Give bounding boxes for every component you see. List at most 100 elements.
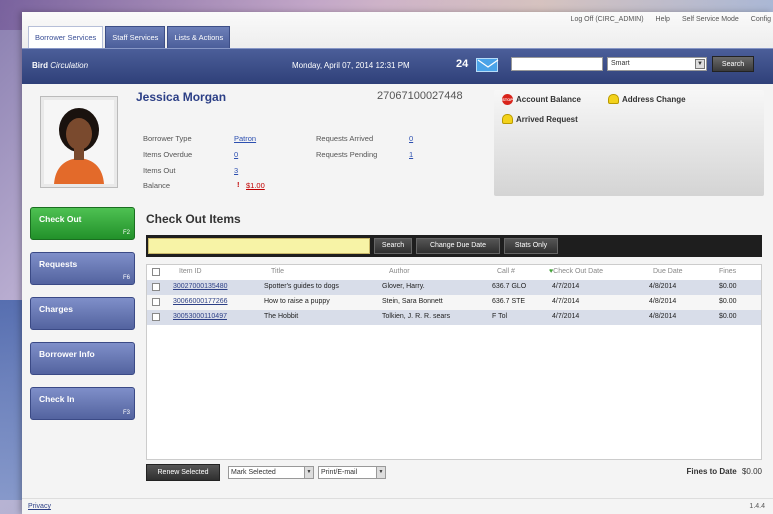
alert-account-balance[interactable]: STOP Account Balance xyxy=(502,94,581,105)
config-link[interactable]: Config xyxy=(751,16,771,23)
alert-account-balance-label: Account Balance xyxy=(516,95,581,104)
search-mode-select[interactable]: Smart ▼ xyxy=(607,57,707,71)
col-call-number[interactable]: Call # xyxy=(497,268,515,275)
table-row[interactable]: 30066000177266 How to raise a puppy Stei… xyxy=(147,295,761,310)
row-checkbox[interactable] xyxy=(152,283,160,291)
patron-barcode: 27067100027448 xyxy=(377,90,463,102)
borrower-type-link[interactable]: Patron xyxy=(234,134,256,143)
item-id-link[interactable]: 30066000177266 xyxy=(173,298,228,305)
fines-to-date: Fines to Date $0.00 xyxy=(687,467,763,476)
item-call-number: 636.7 GLO xyxy=(492,283,527,290)
bell-icon xyxy=(608,94,619,104)
col-fines[interactable]: Fines xyxy=(719,268,736,275)
requests-arrived-link[interactable]: 0 xyxy=(409,134,413,143)
item-author: Stein, Sara Bonnett xyxy=(382,298,443,305)
col-checkout-date-label: Check Out Date xyxy=(553,268,603,275)
quick-search-button[interactable]: Search xyxy=(712,56,754,72)
item-checkout-date: 4/7/2014 xyxy=(552,313,580,320)
table-row[interactable]: 30053000110497 The Hobbit Tolkien, J. R.… xyxy=(147,310,761,325)
item-author: Glover, Harry. xyxy=(382,283,425,290)
checkout-items-table: Item ID Title Author Call # ♥Check Out D… xyxy=(146,264,762,460)
change-due-date-button[interactable]: Change Due Date xyxy=(416,238,500,254)
app-window: Log Off (CIRC_ADMIN) Help Self Service M… xyxy=(22,12,773,514)
mark-selected-dropdown[interactable]: Mark Selected ▼ xyxy=(228,466,314,479)
nav-check-out-label: Check Out xyxy=(39,214,82,224)
table-header: Item ID Title Author Call # ♥Check Out D… xyxy=(147,265,761,280)
item-id-link[interactable]: 30027000135480 xyxy=(173,283,228,290)
nav-borrower-info[interactable]: Borrower Info xyxy=(30,342,135,375)
col-checkout-date[interactable]: ♥Check Out Date xyxy=(549,268,603,275)
main-tabs: Borrower Services Staff Services Lists &… xyxy=(28,26,231,48)
borrower-type-label: Borrower Type xyxy=(143,134,192,143)
select-all-checkbox[interactable] xyxy=(152,268,160,276)
item-title: Spotter's guides to dogs xyxy=(264,283,339,290)
nav-check-in-label: Check In xyxy=(39,394,75,404)
checkout-toolbar: Search Change Due Date Stats Only xyxy=(146,235,762,257)
nav-requests-key: F6 xyxy=(122,275,130,281)
patron-photo xyxy=(40,96,118,188)
item-id-link[interactable]: 30053000110497 xyxy=(173,313,227,320)
items-out-label: Items Out xyxy=(143,166,176,175)
item-fines: $0.00 xyxy=(719,313,737,320)
balance-warning-icon: ! xyxy=(237,180,240,189)
version-label: 1.4.4 xyxy=(749,503,765,510)
nav-check-in-key: F3 xyxy=(122,410,130,416)
nav-charges-label: Charges xyxy=(39,304,74,314)
fines-to-date-value: $0.00 xyxy=(741,467,762,476)
items-out-link[interactable]: 3 xyxy=(234,166,238,175)
col-title[interactable]: Title xyxy=(271,268,284,275)
item-due-date: 4/8/2014 xyxy=(649,298,677,305)
chevron-down-icon: ▼ xyxy=(695,59,705,69)
balance-link[interactable]: $1.00 xyxy=(246,181,265,190)
col-item-id[interactable]: Item ID xyxy=(179,268,202,275)
chevron-down-icon: ▼ xyxy=(304,467,313,478)
col-due-date[interactable]: Due Date xyxy=(653,268,683,275)
item-checkout-date: 4/7/2014 xyxy=(552,283,580,290)
nav-check-out[interactable]: Check Out F2 xyxy=(30,207,135,240)
mark-selected-value: Mark Selected xyxy=(231,469,276,476)
help-link[interactable]: Help xyxy=(656,16,670,23)
print-email-dropdown[interactable]: Print/E-mail ▼ xyxy=(318,466,386,479)
tab-staff-services[interactable]: Staff Services xyxy=(105,26,166,48)
message-count: 24 xyxy=(456,58,469,70)
nav-borrower-info-label: Borrower Info xyxy=(39,349,95,359)
alert-address-change-label: Address Change xyxy=(622,94,686,104)
privacy-link[interactable]: Privacy xyxy=(28,503,51,510)
renew-selected-button[interactable]: Renew Selected xyxy=(146,464,220,481)
items-overdue-link[interactable]: 0 xyxy=(234,150,238,159)
nav-check-in[interactable]: Check In F3 xyxy=(30,387,135,420)
mail-icon[interactable] xyxy=(476,58,499,72)
item-fines: $0.00 xyxy=(719,298,737,305)
item-fines: $0.00 xyxy=(719,283,737,290)
table-row[interactable]: 30027000135480 Spotter's guides to dogs … xyxy=(147,280,761,295)
top-links: Log Off (CIRC_ADMIN) Help Self Service M… xyxy=(571,16,771,23)
brand-italic: Circulation xyxy=(50,61,89,70)
search-button[interactable]: Search xyxy=(374,238,412,254)
requests-pending-link[interactable]: 1 xyxy=(409,150,413,159)
row-checkbox[interactable] xyxy=(152,313,160,321)
tab-borrower-services[interactable]: Borrower Services xyxy=(28,26,104,48)
table-actions-bar: Renew Selected Mark Selected ▼ Print/E-m… xyxy=(146,464,762,482)
nav-charges[interactable]: Charges xyxy=(30,297,135,330)
items-overdue-label: Items Overdue xyxy=(143,150,193,159)
nav-requests[interactable]: Requests F6 xyxy=(30,252,135,285)
item-scan-input[interactable] xyxy=(148,238,370,254)
tab-lists-actions[interactable]: Lists & Actions xyxy=(167,26,231,48)
self-service-link[interactable]: Self Service Mode xyxy=(682,16,739,23)
stats-only-button[interactable]: Stats Only xyxy=(504,238,558,254)
item-due-date: 4/8/2014 xyxy=(649,313,677,320)
patron-name: Jessica Morgan xyxy=(136,90,227,104)
alert-arrived-request[interactable]: Arrived Request xyxy=(502,114,578,124)
fines-to-date-label: Fines to Date xyxy=(686,467,737,476)
col-author[interactable]: Author xyxy=(389,268,410,275)
item-call-number: 636.7 STE xyxy=(492,298,526,305)
alerts-panel: STOP Account Balance Address Change Arri… xyxy=(494,90,764,196)
alert-address-change[interactable]: Address Change xyxy=(608,94,686,104)
item-call-number: F Tol xyxy=(492,313,508,320)
quick-search-input[interactable] xyxy=(511,57,603,71)
logoff-link[interactable]: Log Off (CIRC_ADMIN) xyxy=(571,16,644,23)
requests-pending-label: Requests Pending xyxy=(316,150,378,159)
nav-check-out-key: F2 xyxy=(122,230,130,236)
title-bar: Bird Circulation Monday, April 07, 2014 … xyxy=(22,48,773,84)
row-checkbox[interactable] xyxy=(152,298,160,306)
